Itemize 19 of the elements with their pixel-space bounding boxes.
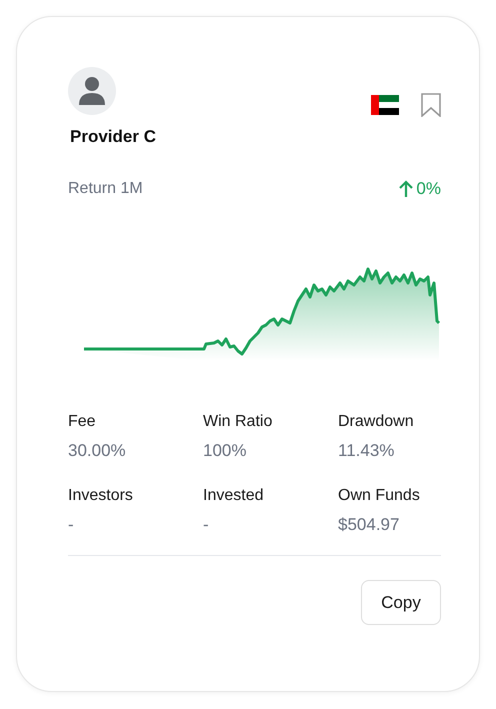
stat-value: 100%: [203, 441, 246, 460]
stat-label: Investors: [68, 487, 134, 505]
stat-label: Win Ratio: [203, 413, 274, 431]
stat-label: Fee: [68, 413, 97, 431]
stat-value: $504.97: [338, 515, 400, 534]
provider-name: Provider C: [70, 127, 156, 147]
stat-value: -: [68, 515, 74, 534]
return-value: 0%: [416, 179, 441, 199]
stat-label: Own Funds: [338, 487, 421, 505]
return-label: Return 1M: [68, 180, 143, 198]
stat-value: -: [203, 515, 209, 534]
stat-value: 30.00%: [68, 441, 126, 460]
flag-icon: [371, 95, 399, 115]
avatar-icon: [68, 67, 116, 115]
bookmark-icon[interactable]: [421, 93, 441, 117]
stat-value: 11.43%: [338, 441, 394, 460]
copy-button[interactable]: Copy: [361, 580, 441, 625]
stat-label: Drawdown: [338, 413, 415, 431]
stat-label: Invested: [203, 487, 264, 505]
